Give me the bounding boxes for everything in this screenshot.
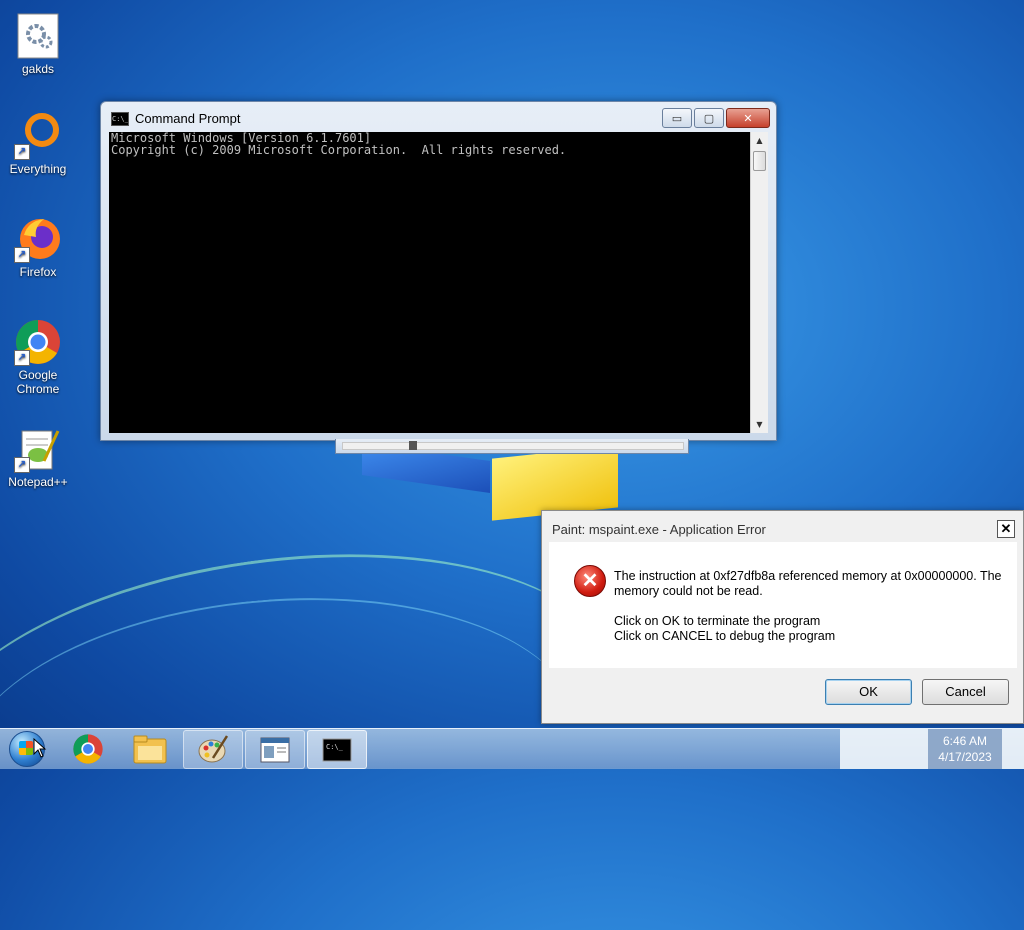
desktop-icon-label: gakds bbox=[21, 62, 55, 76]
desktop-icon-everything[interactable]: ↗ Everything bbox=[0, 112, 76, 176]
clock[interactable]: 6:46 AM 4/17/2023 bbox=[928, 729, 1002, 769]
everything-icon: ↗ bbox=[14, 112, 62, 160]
scroll-thumb[interactable] bbox=[753, 151, 766, 171]
window-icon bbox=[260, 737, 290, 762]
chrome-icon: ↗ bbox=[14, 318, 62, 366]
notepadpp-icon: ↗ bbox=[14, 425, 62, 473]
cmd-window-controls: ▭ ▢ ✕ bbox=[662, 108, 770, 128]
scroll-up-icon[interactable]: ▲ bbox=[751, 132, 768, 149]
close-button[interactable]: ✕ bbox=[726, 108, 770, 128]
shortcut-arrow-icon: ↗ bbox=[14, 144, 30, 160]
desktop-icon-gakds[interactable]: gakds bbox=[0, 12, 76, 76]
horizontal-scrollbar[interactable] bbox=[335, 439, 689, 454]
scroll-track[interactable] bbox=[342, 441, 684, 450]
taskbar-item-paint[interactable] bbox=[183, 730, 243, 769]
scroll-down-icon[interactable]: ▼ bbox=[751, 416, 768, 433]
ok-button[interactable]: OK bbox=[825, 679, 912, 705]
cmd-icon: C:\_ bbox=[322, 738, 352, 761]
instruction-line: Click on CANCEL to debug the program bbox=[614, 629, 836, 643]
taskbar-item-chrome[interactable] bbox=[59, 730, 117, 767]
error-message-line: The instruction at 0xf27dfb8a referenced… bbox=[614, 569, 1002, 583]
shortcut-arrow-icon: ↗ bbox=[14, 457, 30, 473]
cmd-window[interactable]: C:\_ Command Prompt ▭ ▢ ✕ Microsoft Wind… bbox=[100, 101, 777, 441]
scroll-thumb[interactable] bbox=[409, 441, 417, 450]
console-line: Copyright (c) 2009 Microsoft Corporation… bbox=[111, 143, 567, 157]
cancel-button[interactable]: Cancel bbox=[922, 679, 1009, 705]
desktop-icon-label: Everything bbox=[9, 162, 67, 176]
clock-time: 6:46 AM bbox=[942, 734, 988, 748]
error-icon: ✕ bbox=[574, 565, 606, 597]
error-dialog[interactable]: Paint: mspaint.exe - Application Error ✕… bbox=[541, 510, 1024, 724]
dialog-close-button[interactable]: ✕ bbox=[997, 520, 1015, 538]
error-message-line: memory could not be read. bbox=[614, 584, 763, 598]
maximize-button[interactable]: ▢ bbox=[694, 108, 724, 128]
cmd-icon: C:\_ bbox=[111, 111, 129, 126]
dialog-title: Paint: mspaint.exe - Application Error bbox=[552, 522, 766, 537]
chrome-icon bbox=[73, 733, 103, 764]
clock-date: 4/17/2023 bbox=[938, 750, 992, 764]
paint-palette-icon bbox=[198, 734, 229, 762]
desktop-icon-label: Firefox bbox=[19, 265, 57, 279]
mouse-cursor-icon bbox=[33, 738, 47, 758]
system-tray: 6:46 AM 4/17/2023 bbox=[840, 729, 1024, 769]
cmd-titlebar[interactable]: C:\_ Command Prompt bbox=[111, 111, 240, 126]
firefox-icon: ↗ bbox=[14, 215, 62, 263]
desktop-icon-google-chrome[interactable]: ↗ Google Chrome bbox=[0, 318, 76, 396]
desktop-icon-label: Notepad++ bbox=[8, 475, 68, 489]
shortcut-arrow-icon: ↗ bbox=[14, 350, 30, 366]
instruction-line: Click on OK to terminate the program bbox=[614, 614, 821, 628]
cmd-title: Command Prompt bbox=[135, 111, 241, 126]
shortcut-arrow-icon: ↗ bbox=[14, 247, 30, 263]
svg-text:C:\_: C:\_ bbox=[326, 743, 344, 751]
gear-file-icon bbox=[14, 12, 62, 60]
folder-icon bbox=[133, 735, 167, 763]
desktop-icon-notepadpp[interactable]: ↗ Notepad++ bbox=[0, 425, 76, 489]
taskbar-item-explorer[interactable] bbox=[121, 730, 179, 767]
taskbar: C:\_ 6:46 AM 4/17/2023 bbox=[0, 728, 1024, 769]
desktop-icon-firefox[interactable]: ↗ Firefox bbox=[0, 215, 76, 279]
minimize-button[interactable]: ▭ bbox=[662, 108, 692, 128]
dialog-content: ✕ The instruction at 0xf27dfb8a referenc… bbox=[549, 542, 1017, 668]
taskbar-item-error-window[interactable] bbox=[245, 730, 305, 769]
desktop-icon-label: Google Chrome bbox=[16, 368, 60, 396]
vertical-scrollbar[interactable]: ▲ ▼ bbox=[750, 132, 768, 433]
taskbar-item-cmd[interactable]: C:\_ bbox=[307, 730, 367, 769]
cmd-console[interactable]: Microsoft Windows [Version 6.1.7601] Cop… bbox=[109, 132, 751, 433]
